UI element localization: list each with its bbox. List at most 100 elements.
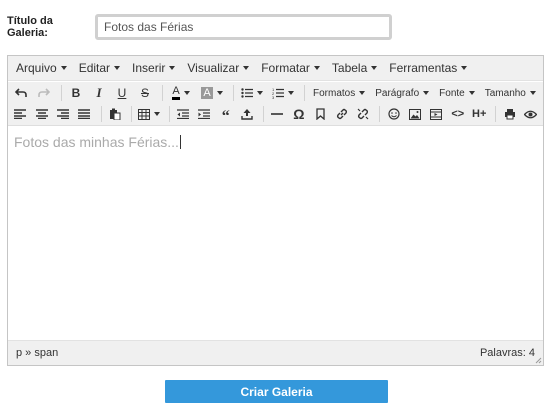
table-button[interactable] bbox=[136, 104, 162, 124]
caret-down-icon bbox=[288, 91, 294, 95]
size-dropdown-label: Tamanho bbox=[484, 87, 526, 99]
gallery-title-input[interactable] bbox=[95, 14, 392, 40]
heading-button[interactable]: H+ bbox=[470, 104, 488, 124]
indent-button[interactable] bbox=[195, 104, 213, 124]
upload-button[interactable] bbox=[238, 104, 256, 124]
gallery-title-label: Título da Galeria: bbox=[7, 15, 53, 39]
special-character-button[interactable]: Ω bbox=[290, 104, 308, 124]
font-dropdown[interactable]: Fonte bbox=[435, 83, 479, 103]
element-path[interactable]: p » span bbox=[16, 347, 58, 359]
formats-dropdown-label: Formatos bbox=[313, 87, 356, 99]
anchor-button[interactable] bbox=[311, 104, 329, 124]
paragraph-dropdown-label: Parágrafo bbox=[375, 87, 420, 99]
align-right-button[interactable] bbox=[54, 104, 72, 124]
background-color-button[interactable]: A bbox=[198, 83, 226, 103]
formats-dropdown[interactable]: Formatos bbox=[309, 83, 369, 103]
caret-down-icon bbox=[216, 91, 223, 95]
redo-button[interactable] bbox=[34, 83, 54, 103]
toolbar-separator bbox=[263, 106, 265, 122]
create-gallery-button[interactable]: Criar Galeria bbox=[165, 380, 388, 403]
toolbar-separator bbox=[379, 106, 381, 122]
align-justify-button[interactable] bbox=[75, 104, 93, 124]
media-icon bbox=[430, 108, 443, 120]
toolbar-separator bbox=[162, 85, 163, 101]
caret-down-icon bbox=[468, 91, 475, 95]
outdent-button[interactable] bbox=[174, 104, 192, 124]
menu-editar[interactable]: Editar bbox=[73, 57, 126, 79]
print-button[interactable] bbox=[500, 104, 518, 124]
insert-link-button[interactable] bbox=[333, 104, 351, 124]
menu-inserir[interactable]: Inserir bbox=[126, 57, 181, 79]
align-left-button[interactable] bbox=[11, 104, 29, 124]
code-icon: <> bbox=[451, 108, 465, 120]
source-code-button[interactable]: <> bbox=[449, 104, 467, 124]
text-cursor bbox=[179, 135, 181, 149]
caret-down-icon bbox=[153, 112, 160, 116]
table-icon bbox=[137, 108, 150, 120]
caret-down-icon bbox=[243, 66, 250, 70]
image-icon bbox=[408, 108, 421, 120]
word-count: Palavras: 4 bbox=[479, 347, 535, 359]
undo-button[interactable] bbox=[11, 83, 31, 103]
align-justify-icon bbox=[78, 109, 91, 119]
align-center-icon bbox=[35, 109, 48, 119]
caret-down-icon bbox=[359, 91, 366, 95]
toolbar-separator bbox=[168, 106, 170, 122]
caret-down-icon bbox=[529, 91, 536, 95]
caret-down-icon bbox=[423, 91, 430, 95]
paragraph-dropdown[interactable]: Parágrafo bbox=[371, 83, 433, 103]
toolbar-separator bbox=[304, 85, 305, 101]
smiley-icon bbox=[387, 108, 400, 120]
menu-editar-label: Editar bbox=[78, 61, 111, 75]
editor-statusbar: p » span Palavras: 4 bbox=[8, 340, 543, 365]
caret-down-icon bbox=[60, 66, 67, 70]
toolbar-separator bbox=[131, 106, 132, 122]
menu-formatar[interactable]: Formatar bbox=[255, 57, 326, 79]
menu-ferramentas[interactable]: Ferramentas bbox=[383, 57, 473, 79]
caret-down-icon bbox=[169, 66, 176, 70]
numbered-list-icon: 123 bbox=[272, 87, 284, 99]
bold-button[interactable]: B bbox=[66, 83, 86, 103]
insert-media-button[interactable] bbox=[427, 104, 445, 124]
insert-image-button[interactable] bbox=[406, 104, 424, 124]
strikethrough-button[interactable]: S bbox=[135, 83, 155, 103]
caret-down-icon bbox=[461, 66, 468, 70]
menu-formatar-label: Formatar bbox=[261, 61, 310, 75]
size-dropdown[interactable]: Tamanho bbox=[481, 83, 540, 103]
caret-down-icon bbox=[313, 66, 320, 70]
horizontal-rule-button[interactable] bbox=[268, 104, 286, 124]
omega-icon: Ω bbox=[293, 106, 305, 122]
horizontal-rule-icon bbox=[271, 113, 284, 115]
preview-button[interactable] bbox=[522, 104, 540, 124]
emoticons-button[interactable] bbox=[384, 104, 402, 124]
caret-down-icon bbox=[183, 91, 190, 95]
indent-icon bbox=[198, 109, 211, 119]
align-right-icon bbox=[57, 109, 70, 119]
menu-ferramentas-label: Ferramentas bbox=[389, 61, 458, 75]
menu-visualizar-label: Visualizar bbox=[187, 61, 240, 75]
align-center-button[interactable] bbox=[32, 104, 50, 124]
remove-link-button[interactable] bbox=[354, 104, 372, 124]
font-dropdown-label: Fonte bbox=[439, 87, 465, 99]
bullet-list-button[interactable] bbox=[238, 83, 266, 103]
toolbar-separator bbox=[100, 106, 102, 122]
underline-button[interactable]: U bbox=[112, 83, 132, 103]
upload-icon bbox=[241, 109, 253, 120]
resize-handle-icon[interactable] bbox=[534, 356, 542, 364]
menu-visualizar[interactable]: Visualizar bbox=[181, 57, 255, 79]
text-color-button[interactable]: A bbox=[167, 83, 195, 103]
print-icon bbox=[504, 109, 515, 120]
editor-toolbar-row-1: B I U S A A 123 Formatos Parágrafo Fonte… bbox=[8, 82, 543, 104]
blockquote-button[interactable]: “ bbox=[217, 104, 235, 125]
numbered-list-button[interactable]: 123 bbox=[269, 83, 297, 103]
caret-down-icon bbox=[257, 91, 263, 95]
paste-button[interactable] bbox=[106, 104, 124, 124]
italic-button[interactable]: I bbox=[89, 83, 109, 103]
paste-icon bbox=[109, 108, 121, 120]
menu-tabela[interactable]: Tabela bbox=[326, 57, 383, 79]
toolbar-separator bbox=[233, 85, 234, 101]
menu-tabela-label: Tabela bbox=[331, 61, 368, 75]
editor-menubar: Arquivo Editar Inserir Visualizar Format… bbox=[8, 56, 543, 81]
editor-content-area[interactable]: Fotos das minhas Férias... bbox=[8, 126, 543, 341]
menu-arquivo[interactable]: Arquivo bbox=[10, 57, 73, 79]
